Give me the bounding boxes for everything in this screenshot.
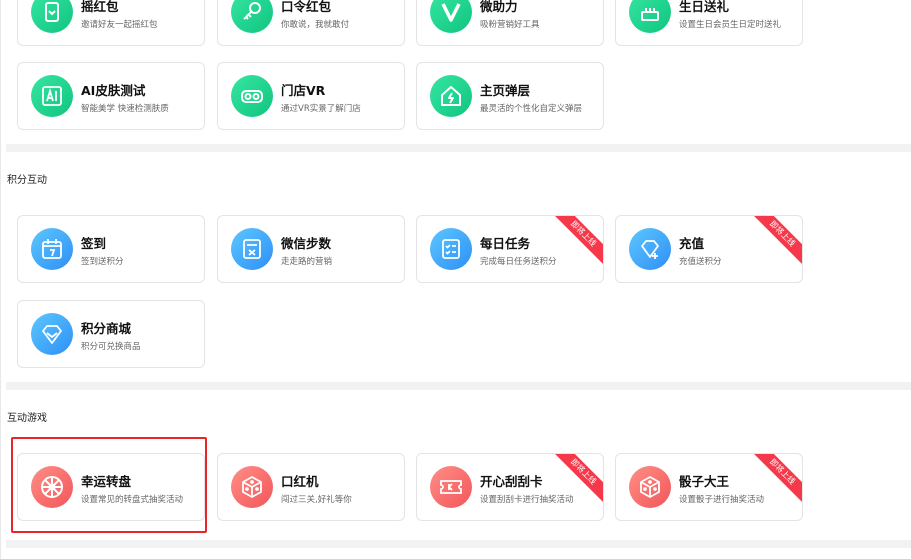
card-title: 微助力 <box>480 0 518 14</box>
section-divider <box>6 382 911 390</box>
card-desc: 完成每日任务送积分 <box>480 257 557 267</box>
card-daily-task[interactable]: 每日任务 完成每日任务送积分 即将上线 <box>416 215 604 283</box>
card-desc: 最灵活的个性化自定义弹层 <box>480 104 583 114</box>
card-desc: 邀请好友一起摇红包 <box>81 20 158 30</box>
cake-icon <box>629 0 671 33</box>
vr-glasses-icon <box>231 75 273 117</box>
card-title: AI皮肤测试 <box>81 83 146 98</box>
card-title: 充值 <box>679 236 705 251</box>
card-title: 骰子大王 <box>679 474 730 489</box>
card-title: 幸运转盘 <box>81 474 132 489</box>
card-desc: 设置生日会员生日定时送礼 <box>679 20 782 30</box>
home-popup-icon <box>430 75 472 117</box>
card-title: 签到 <box>81 236 107 251</box>
calculator-icon <box>231 228 273 270</box>
calendar-icon <box>31 228 73 270</box>
card-shake-red-packet[interactable]: 摇红包 邀请好友一起摇红包 <box>17 0 205 46</box>
card-scratch-card[interactable]: 开心刮刮卡 设置刮刮卡进行抽奖活动 即将上线 <box>416 453 604 521</box>
card-desc: 设置骰子进行抽奖活动 <box>679 495 765 505</box>
card-title: 主页弹层 <box>480 83 531 98</box>
card-desc: 吸粉营销好工具 <box>480 20 540 30</box>
card-recharge[interactable]: 充值 充值送积分 即将上线 <box>615 215 803 283</box>
wheel-icon <box>31 466 73 508</box>
card-lipstick-machine[interactable]: 口红机 闯过三关,好礼等你 <box>217 453 405 521</box>
card-title: 口红机 <box>281 474 319 489</box>
section-title-games: 互动游戏 <box>7 413 47 424</box>
dice-icon <box>629 466 671 508</box>
card-title: 摇红包 <box>81 0 119 14</box>
card-title: 门店VR <box>281 83 326 98</box>
card-dice-king[interactable]: 骰子大王 设置骰子进行抽奖活动 即将上线 <box>615 453 803 521</box>
card-title: 口令红包 <box>281 0 332 14</box>
card-desc: 闯过三关,好礼等你 <box>281 495 352 505</box>
card-desc: 设置刮刮卡进行抽奖活动 <box>480 495 574 505</box>
coming-soon-ribbon: 即将上线 <box>553 216 603 264</box>
section-title-points: 积分互动 <box>7 175 47 186</box>
card-title: 开心刮刮卡 <box>480 474 543 489</box>
section-divider <box>6 144 911 152</box>
scratch-card-icon <box>430 466 472 508</box>
card-micro-assist[interactable]: 微助力 吸粉营销好工具 <box>416 0 604 46</box>
card-birthday-gift[interactable]: 生日送礼 设置生日会员生日定时送礼 <box>615 0 803 46</box>
v-letter-icon <box>430 0 472 33</box>
card-store-vr[interactable]: 门店VR 通过VR实景了解门店 <box>217 62 405 130</box>
ai-icon <box>31 75 73 117</box>
card-desc: 你敢说，我就敢付 <box>281 20 350 30</box>
card-desc: 走走路的营销 <box>281 257 333 267</box>
card-check-in[interactable]: 签到 签到送积分 <box>17 215 205 283</box>
card-desc: 通过VR实景了解门店 <box>281 104 361 114</box>
card-title: 生日送礼 <box>679 0 730 14</box>
card-title: 每日任务 <box>480 236 531 251</box>
coming-soon-ribbon: 即将上线 <box>752 216 802 264</box>
card-home-popup[interactable]: 主页弹层 最灵活的个性化自定义弹层 <box>416 62 604 130</box>
card-ai-skin-test[interactable]: AI皮肤测试 智能美学 快速检测肤质 <box>17 62 205 130</box>
card-title: 积分商城 <box>81 321 132 336</box>
card-wechat-steps[interactable]: 微信步数 走走路的营销 <box>217 215 405 283</box>
card-desc: 智能美学 快速检测肤质 <box>81 104 169 114</box>
section-divider <box>6 540 911 548</box>
card-desc: 充值送积分 <box>679 257 722 267</box>
dice-icon <box>231 466 273 508</box>
card-title: 微信步数 <box>281 236 332 251</box>
card-points-mall[interactable]: 积分商城 积分可兑换商品 <box>17 300 205 368</box>
key-icon <box>231 0 273 33</box>
shake-phone-icon <box>31 0 73 33</box>
card-desc: 签到送积分 <box>81 257 124 267</box>
diamond-icon <box>31 313 73 355</box>
card-desc: 设置常见的转盘式抽奖活动 <box>81 495 184 505</box>
card-lucky-wheel[interactable]: 幸运转盘 设置常见的转盘式抽奖活动 <box>17 453 205 521</box>
task-list-icon <box>430 228 472 270</box>
card-password-red-packet[interactable]: 口令红包 你敢说，我就敢付 <box>217 0 405 46</box>
card-desc: 积分可兑换商品 <box>81 342 141 352</box>
left-border <box>0 0 1 559</box>
diamond-plus-icon <box>629 228 671 270</box>
